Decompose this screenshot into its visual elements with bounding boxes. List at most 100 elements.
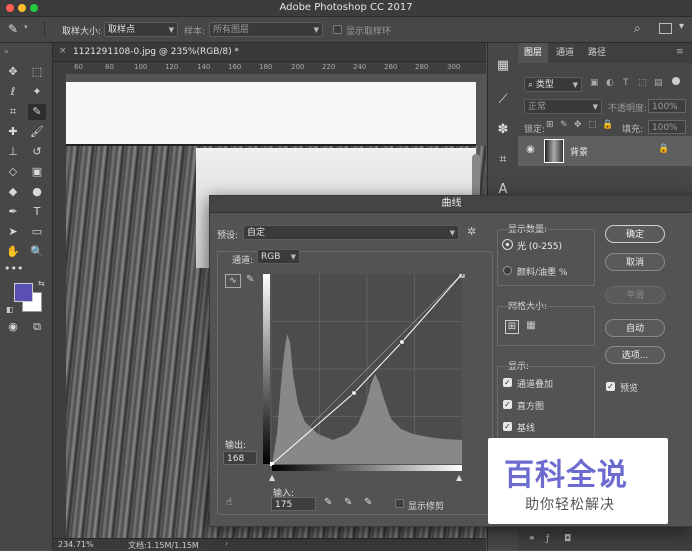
filter-smart-icon[interactable]: ▤ [654,78,663,88]
chevron-down-icon[interactable]: ▾ [679,21,684,32]
fill-input[interactable]: 100% [648,120,686,134]
chevron-down-icon[interactable]: ▾ [24,23,28,31]
close-tab-icon[interactable]: × [59,46,67,56]
default-colors-icon[interactable]: ◧ [6,305,14,314]
hand-tool-icon[interactable]: ✋ [4,244,22,260]
cancel-button[interactable]: 取消 [605,253,665,271]
path-selection-icon[interactable]: ➤ [4,224,22,240]
pigment-radio[interactable] [503,266,512,275]
history-brush-icon[interactable]: ↺ [28,144,46,160]
layer-row-background[interactable]: ◉ 背景 🔒 [518,136,692,166]
curves-adjust-icon[interactable]: ⟋ [494,91,512,109]
blend-mode-select[interactable]: 正常 ▼ [524,99,602,114]
simple-grid-icon[interactable]: ⊞ [505,320,519,334]
shape-tool-icon[interactable]: ▭ [28,224,46,240]
white-point-slider-icon[interactable]: ▲ [456,473,462,482]
sample-size-select[interactable]: 取样点 ▼ [104,22,178,37]
dodge-tool-icon[interactable]: ● [28,184,46,200]
pencil-icon[interactable]: ✎ [246,274,254,285]
stamp-tool-icon[interactable]: ⊥ [4,144,22,160]
type-tool-icon[interactable]: T [28,204,46,220]
link-icon[interactable]: ⚭ [528,534,536,544]
curve-point[interactable] [351,390,357,396]
auto-button[interactable]: 自动 [605,319,665,337]
search-icon[interactable]: ⌕ [634,21,641,36]
blur-tool-icon[interactable]: ◆ [4,184,22,200]
eye-visibility-icon[interactable]: ◉ [526,144,535,155]
sample-select[interactable]: 所有图层 ▼ [209,22,323,37]
document-tab[interactable]: × 1121291108-0.jpg @ 235%(RGB/8) * [53,43,486,62]
lock-pixels-icon[interactable]: ⊞ [546,120,554,130]
detailed-grid-icon[interactable]: ▦ [524,320,538,334]
filter-toggle-icon[interactable] [672,77,680,85]
filter-image-icon[interactable]: ▣ [590,78,599,88]
properties-icon[interactable]: ▦ [494,57,512,75]
eyedropper-icon[interactable]: ✎ [8,22,18,36]
curve-graph[interactable] [263,274,465,472]
preview-checkbox[interactable]: ✓ [606,382,615,391]
tab-layers[interactable]: 图层 [518,43,549,63]
workspace-icon[interactable] [659,23,672,34]
mask-icon[interactable]: ◘ [564,534,571,544]
zoom-level[interactable]: 234.71% [58,540,94,549]
crop-tool-icon[interactable]: ⌗ [4,104,22,120]
minimize-window-button[interactable] [18,4,26,12]
collapse-icon[interactable]: » [4,47,9,56]
lasso-tool-icon[interactable]: ℓ [4,84,22,100]
marquee-tool-icon[interactable]: ⬚ [28,64,46,80]
chevron-right-icon[interactable]: › [225,539,228,548]
lock-brush-icon[interactable]: ✎ [560,120,568,130]
histogram-checkbox[interactable]: ✓ [503,400,512,409]
quick-mask-icon[interactable]: ◉ [4,319,22,335]
zoom-tool-icon[interactable]: 🔍 [28,244,46,260]
lock-all-icon[interactable]: 🔒 [602,120,613,130]
more-tools-icon[interactable]: ••• [4,261,23,277]
filter-shape-icon[interactable]: ⬚ [638,78,647,88]
channel-select[interactable]: RGB ▼ [257,249,300,264]
gradient-tool-icon[interactable]: ▣ [28,164,46,180]
layer-filter-select[interactable]: ⌕ 类型 ▼ [524,77,582,92]
gray-eyedropper-icon[interactable]: ✎ [344,497,352,508]
light-radio[interactable] [502,239,513,250]
vertical-ruler[interactable] [53,74,67,538]
screen-mode-icon[interactable]: ⧉ [28,319,46,335]
crop-panel-icon[interactable]: ⌗ [494,151,512,169]
foreground-color-swatch[interactable] [14,283,33,302]
opacity-input[interactable]: 100% [648,99,686,113]
input-field[interactable]: 175 [271,497,316,511]
brush-tool-icon[interactable]: 🖌 [28,124,46,140]
preset-select[interactable]: 自定 ▼ [243,225,459,240]
magic-wand-icon[interactable]: ✦ [28,84,46,100]
swap-colors-icon[interactable]: ⇆ [38,279,45,288]
close-window-button[interactable] [6,4,14,12]
eraser-tool-icon[interactable]: ◇ [4,164,22,180]
black-point-slider-icon[interactable]: ▲ [269,473,275,482]
target-adjust-icon[interactable]: ☝ [226,497,232,508]
healing-brush-icon[interactable]: ✚ [4,124,22,140]
output-input[interactable]: 168 [223,451,257,465]
channel-overlay-checkbox[interactable]: ✓ [503,378,512,387]
options-button[interactable]: 选项... [605,346,665,364]
baseline-checkbox[interactable]: ✓ [503,422,512,431]
show-sampling-ring-checkbox[interactable] [333,25,342,34]
curve-point-tool-icon[interactable]: ∿ [225,274,241,288]
panel-menu-icon[interactable]: ≡ [676,47,684,57]
lock-position-icon[interactable]: ✥ [574,120,582,130]
filter-type-icon[interactable]: T [623,78,629,88]
smooth-button[interactable]: 平滑 [605,286,665,304]
lock-artboard-icon[interactable]: ⬚ [588,120,597,130]
tab-paths[interactable]: 路径 [582,43,612,63]
show-clipping-checkbox[interactable] [395,499,404,508]
ok-button[interactable]: 确定 [605,225,665,243]
black-eyedropper-icon[interactable]: ✎ [324,497,332,508]
fx-icon[interactable]: ƒ [546,534,549,544]
gear-icon[interactable]: ✲ [467,225,476,238]
puzzle-icon[interactable]: ✽ [494,121,512,139]
zoom-window-button[interactable] [30,4,38,12]
eyedropper-tool-icon[interactable]: ✎ [28,104,46,120]
curve-point[interactable] [399,339,405,345]
tab-channels[interactable]: 通道 [550,43,580,63]
white-eyedropper-icon[interactable]: ✎ [364,497,372,508]
pen-tool-icon[interactable]: ✒ [4,204,22,220]
move-tool-icon[interactable]: ✥ [4,64,22,80]
